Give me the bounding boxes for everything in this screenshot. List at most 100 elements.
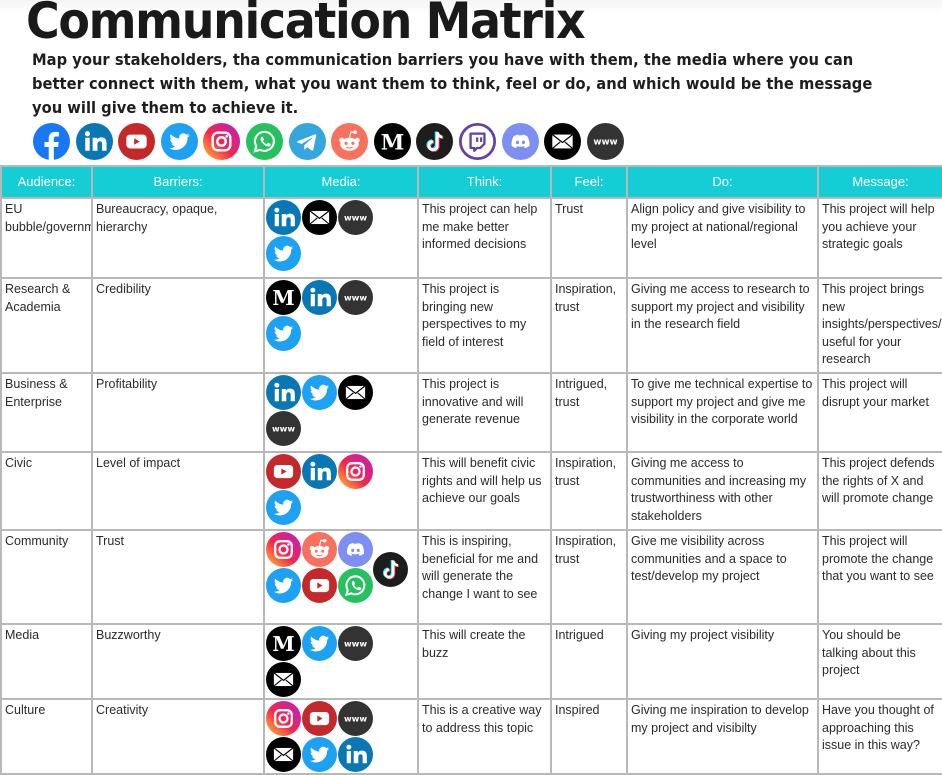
cell-message: This project will help you achieve your … [817, 197, 942, 279]
reddit-icon [331, 123, 369, 160]
cell-audience: Research & Academia [0, 277, 93, 374]
cell-message: This project will promote the change tha… [817, 529, 942, 625]
cell-think: This project is bringing new perspective… [417, 277, 552, 374]
cell-think: This project can help me make better inf… [417, 197, 552, 279]
medium-icon: M [266, 280, 301, 315]
svg-text:www: www [344, 639, 367, 649]
linkedin-icon [75, 123, 113, 160]
cell-feel: Intrigued [550, 623, 628, 700]
linkedin-icon [266, 200, 301, 235]
svg-text:M: M [380, 130, 404, 155]
cell-feel: Trust [550, 197, 628, 279]
discord-icon [338, 532, 373, 567]
cell-media [263, 529, 419, 625]
website-icon: www [338, 701, 373, 736]
column-header-do: Do: [626, 165, 819, 199]
instagram-icon [203, 123, 241, 160]
table-header-row: Audience: Barriers: Media: Think: Feel: … [0, 165, 942, 199]
cell-feel: Inspiration, trust [550, 277, 628, 374]
cell-barriers: Bureaucracy, opaque, hierarchy [91, 197, 265, 279]
cell-audience: Culture [0, 698, 93, 775]
svg-text:www: www [593, 138, 617, 148]
cell-barriers: Trust [91, 529, 265, 625]
youtube-icon [302, 568, 337, 603]
svg-text:M: M [272, 632, 294, 656]
column-header-message: Message: [817, 165, 942, 199]
twitter-icon [266, 316, 301, 351]
instagram-icon [266, 532, 301, 567]
cell-do: To give me technical expertise to suppor… [626, 372, 819, 453]
twitter-icon [302, 626, 337, 661]
svg-text:M: M [272, 286, 294, 310]
linkedin-icon [266, 375, 301, 410]
linkedin-icon [302, 280, 337, 315]
discord-icon [501, 123, 539, 160]
cell-feel: Inspiration, trust [550, 529, 628, 625]
communication-matrix-table: Audience: Barriers: Media: Think: Feel: … [0, 165, 942, 775]
media-icons: www [266, 200, 376, 272]
whatsapp-icon [338, 568, 373, 603]
telegram-icon [288, 123, 326, 160]
cell-audience: Civic [0, 451, 93, 531]
cell-message: Have you thought of approaching this iss… [817, 698, 942, 775]
media-icons: www [266, 701, 376, 772]
cell-barriers: Level of impact [91, 451, 265, 531]
website-icon: www [338, 626, 373, 661]
cell-think: This is inspiring, beneficial for me and… [417, 529, 552, 625]
cell-message: This project defends the rights of X and… [817, 451, 942, 531]
website-icon: www [266, 411, 301, 446]
table-row: EU bubble/governmentBureaucracy, opaque,… [0, 197, 942, 279]
cell-audience: Media [0, 623, 93, 700]
cell-barriers: Profitability [91, 372, 265, 453]
cell-media: www [263, 698, 419, 775]
cell-think: This will create the buzz [417, 623, 552, 700]
tiktok-icon [373, 552, 408, 587]
cell-feel: Intrigued, trust [550, 372, 628, 453]
svg-text:www: www [344, 293, 367, 303]
linkedin-icon [302, 454, 337, 489]
cell-do: Giving me access to communities and incr… [626, 451, 819, 531]
media-legend: Mwww [33, 123, 629, 160]
cell-barriers: Credibility [91, 277, 265, 374]
column-header-media: Media: [263, 165, 419, 199]
table-row: Civic Level of impact This will benefit ci… [0, 451, 942, 531]
cell-message: This project will disrupt your market [817, 372, 942, 453]
cell-media: Mwww [263, 277, 419, 374]
cell-feel: Inspired [550, 698, 628, 775]
cell-message: You should be talking about this project [817, 623, 942, 700]
media-icons [266, 532, 408, 604]
twitter-icon [160, 123, 198, 160]
medium-icon: M [373, 123, 411, 160]
cell-media: www [263, 197, 419, 279]
table-row: Business & Enterprise Profitability www Thi… [0, 372, 942, 453]
table-row: Research & Academia Credibility Mwww This p… [0, 277, 942, 374]
column-header-feel: Feel: [550, 165, 628, 199]
media-icons: Mwww [266, 280, 376, 352]
twitter-icon [266, 568, 301, 603]
website-icon: www [338, 280, 373, 315]
cell-do: Giving me inspiration to develop my proj… [626, 698, 819, 775]
table-row: Media Buzzworthy Mwww This will create the … [0, 623, 942, 700]
website-icon: www [338, 200, 373, 235]
column-header-think: Think: [417, 165, 552, 199]
cell-think: This project is innovative and will gene… [417, 372, 552, 453]
website-icon: www [586, 123, 624, 160]
table-row: Community Trust This is inspiring, benefic… [0, 529, 942, 625]
cell-do: Give me visibility across communities an… [626, 529, 819, 625]
email-icon [338, 375, 373, 410]
email-icon [544, 123, 582, 160]
cell-audience: Community [0, 529, 93, 625]
media-icons: Mwww [266, 626, 376, 697]
column-header-audience: Audience: [0, 165, 93, 199]
cell-barriers: Creativity [91, 698, 265, 775]
svg-text:www: www [344, 213, 367, 223]
reddit-icon [302, 532, 337, 567]
cell-do: Giving my project visibility [626, 623, 819, 700]
cell-audience: Business & Enterprise [0, 372, 93, 453]
whatsapp-icon [245, 123, 283, 160]
svg-text:www: www [344, 714, 367, 724]
tiktok-icon [416, 123, 454, 160]
twitter-icon [302, 375, 337, 410]
svg-text:www: www [272, 424, 295, 434]
twitter-icon [266, 236, 301, 271]
